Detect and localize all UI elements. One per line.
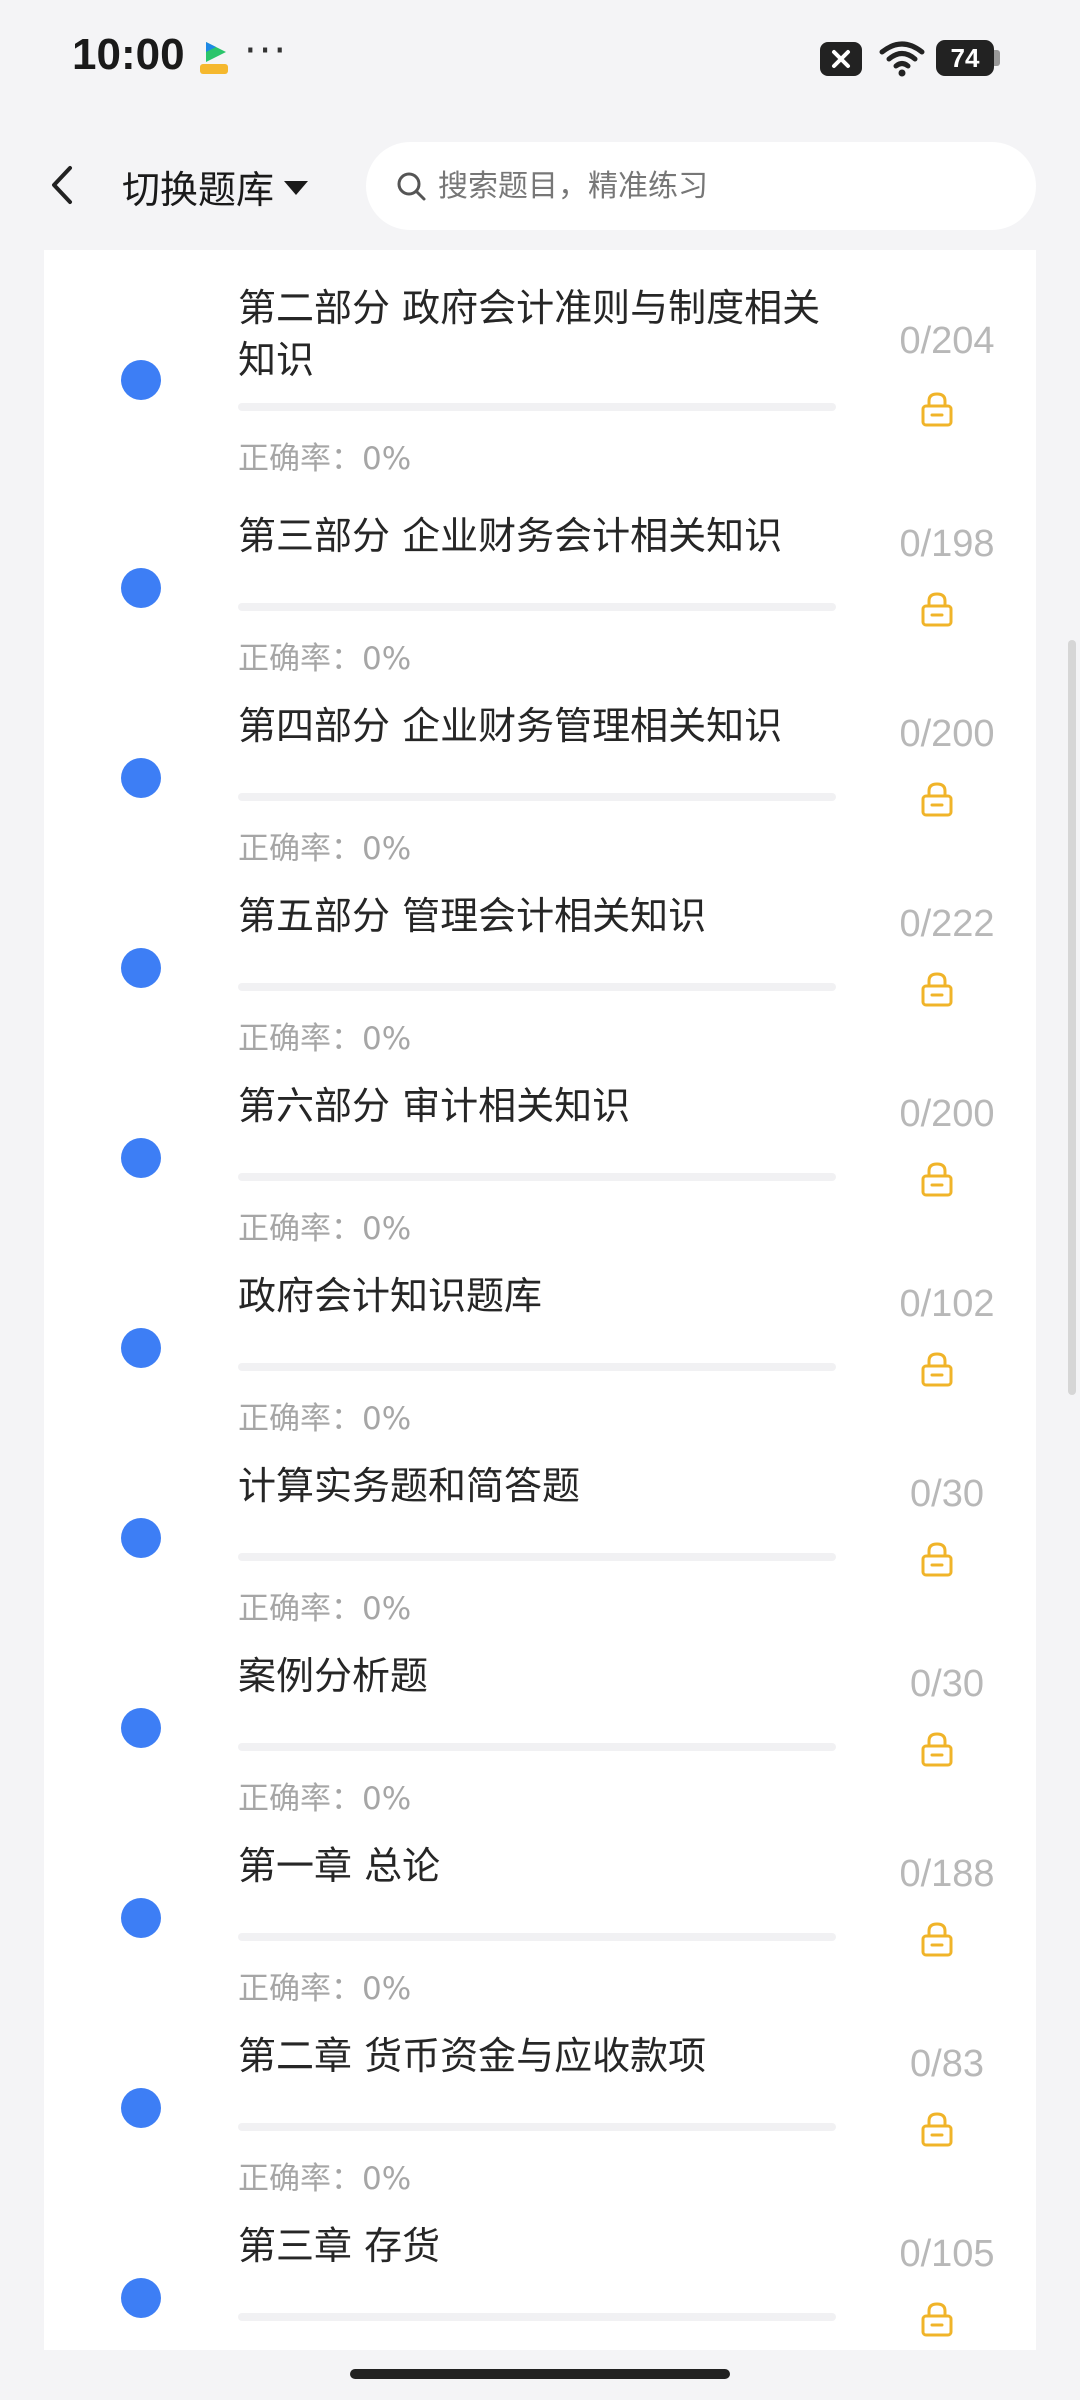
accuracy-text: 正确率：0% bbox=[238, 2343, 411, 2350]
status-dot bbox=[121, 360, 161, 400]
progress-bar bbox=[238, 1553, 836, 1561]
more-notifications-icon: ··· bbox=[244, 28, 289, 74]
status-dot bbox=[121, 948, 161, 988]
progress-bar bbox=[238, 983, 836, 991]
lock-icon[interactable] bbox=[919, 590, 955, 628]
status-dot bbox=[121, 758, 161, 798]
status-dot bbox=[121, 568, 161, 608]
question-bank-title: 案例分析题 bbox=[238, 1654, 429, 1698]
lock-icon[interactable] bbox=[919, 1350, 955, 1388]
question-bank-title: 第一章 总论 bbox=[238, 1844, 441, 1888]
status-dot bbox=[121, 1518, 161, 1558]
search-input[interactable] bbox=[438, 168, 998, 204]
app-notification-icon bbox=[200, 42, 228, 74]
question-count: 0/222 bbox=[899, 903, 995, 945]
status-dot bbox=[121, 1898, 161, 1938]
lock-icon[interactable] bbox=[919, 390, 955, 428]
progress-bar bbox=[238, 793, 836, 801]
question-bank-row[interactable]: 第三部分 企业财务会计相关知识 正确率：0% 0/198 bbox=[44, 470, 1036, 677]
lock-icon[interactable] bbox=[919, 970, 955, 1008]
question-bank-title: 第五部分 管理会计相关知识 bbox=[238, 894, 707, 938]
question-bank-title: 第二部分 政府会计准则与制度相关知识 bbox=[238, 286, 821, 382]
question-bank-title: 第二章 货币资金与应收款项 bbox=[238, 2034, 707, 2078]
status-dot bbox=[121, 1708, 161, 1748]
question-bank-row[interactable]: 第一章 总论 正确率：0% 0/188 bbox=[44, 1800, 1036, 2007]
question-count: 0/200 bbox=[899, 713, 995, 755]
lock-icon[interactable] bbox=[919, 780, 955, 818]
status-time: 10:00 bbox=[72, 30, 185, 79]
question-count: 0/102 bbox=[899, 1283, 995, 1325]
switch-question-bank-dropdown[interactable]: 切换题库 bbox=[122, 156, 309, 216]
question-count: 0/200 bbox=[899, 1093, 995, 1135]
question-bank-title: 第三章 存货 bbox=[238, 2224, 441, 2268]
question-bank-row[interactable]: 第六部分 审计相关知识 正确率：0% 0/200 bbox=[44, 1040, 1036, 1247]
question-bank-row[interactable]: 政府会计知识题库 正确率：0% 0/102 bbox=[44, 1230, 1036, 1437]
status-dot bbox=[121, 1328, 161, 1368]
question-count: 0/204 bbox=[899, 320, 995, 362]
status-bar: 10:00 ··· 74 bbox=[0, 0, 1080, 120]
question-bank-row[interactable]: 第五部分 管理会计相关知识 正确率：0% 0/222 bbox=[44, 850, 1036, 1057]
status-dot bbox=[121, 2278, 161, 2318]
lock-icon[interactable] bbox=[919, 1160, 955, 1198]
progress-bar bbox=[238, 1363, 836, 1371]
close-notification-icon bbox=[820, 42, 862, 76]
question-count: 0/105 bbox=[899, 2233, 995, 2275]
question-bank-title: 政府会计知识题库 bbox=[238, 1274, 543, 1318]
question-count: 0/30 bbox=[910, 1663, 984, 1705]
progress-bar bbox=[238, 403, 836, 411]
question-bank-row[interactable]: 第三章 存货正确率：0% 0/105 bbox=[44, 2180, 1036, 2350]
switch-question-bank-label: 切换题库 bbox=[122, 167, 275, 212]
question-bank-row[interactable]: 案例分析题 正确率：0% 0/30 bbox=[44, 1610, 1036, 1817]
progress-bar bbox=[238, 603, 836, 611]
question-bank-row[interactable]: 第二章 货币资金与应收款项 正确率：0% 0/83 bbox=[44, 1990, 1036, 2197]
battery-cap bbox=[994, 50, 1000, 66]
progress-bar bbox=[238, 1173, 836, 1181]
lock-icon[interactable] bbox=[919, 1730, 955, 1768]
question-count: 0/188 bbox=[899, 1853, 995, 1895]
lock-icon[interactable] bbox=[919, 1920, 955, 1958]
home-indicator[interactable] bbox=[350, 2369, 730, 2379]
question-bank-list: 第二部分 政府会计准则与制度相关知识 正确率：0% 0/204 第三部分 企业财务会计… bbox=[44, 250, 1036, 2350]
question-bank-row[interactable]: 计算实务题和简答题 正确率：0% 0/30 bbox=[44, 1420, 1036, 1627]
lock-icon[interactable] bbox=[919, 1540, 955, 1578]
progress-bar bbox=[238, 2313, 836, 2321]
progress-bar bbox=[238, 2123, 836, 2131]
scrollbar[interactable] bbox=[1068, 640, 1076, 1395]
back-arrow-icon[interactable] bbox=[40, 160, 84, 210]
lock-icon[interactable] bbox=[919, 2300, 955, 2338]
question-bank-row[interactable]: 第二部分 政府会计准则与制度相关知识 正确率：0% 0/204 bbox=[44, 250, 1036, 477]
question-bank-title: 计算实务题和简答题 bbox=[238, 1464, 581, 1508]
status-dot bbox=[121, 2088, 161, 2128]
question-count: 0/198 bbox=[899, 523, 995, 565]
battery-level: 74 bbox=[936, 40, 994, 76]
search-bar[interactable] bbox=[366, 142, 1036, 230]
top-nav-bar: 切换题库 bbox=[0, 120, 1080, 250]
question-count: 0/83 bbox=[910, 2043, 984, 2085]
lock-icon[interactable] bbox=[919, 2110, 955, 2148]
question-bank-row[interactable]: 第四部分 企业财务管理相关知识 正确率：0% 0/200 bbox=[44, 660, 1036, 867]
question-bank-title: 第四部分 企业财务管理相关知识 bbox=[238, 704, 783, 748]
status-dot bbox=[121, 1138, 161, 1178]
progress-bar bbox=[238, 1743, 836, 1751]
caret-down-icon bbox=[284, 181, 309, 195]
question-bank-title: 第六部分 审计相关知识 bbox=[238, 1084, 631, 1128]
question-count: 0/30 bbox=[910, 1473, 984, 1515]
progress-bar bbox=[238, 1933, 836, 1941]
question-bank-title: 第三部分 企业财务会计相关知识 bbox=[238, 514, 783, 558]
search-icon bbox=[397, 172, 426, 201]
wifi-icon bbox=[879, 41, 925, 77]
